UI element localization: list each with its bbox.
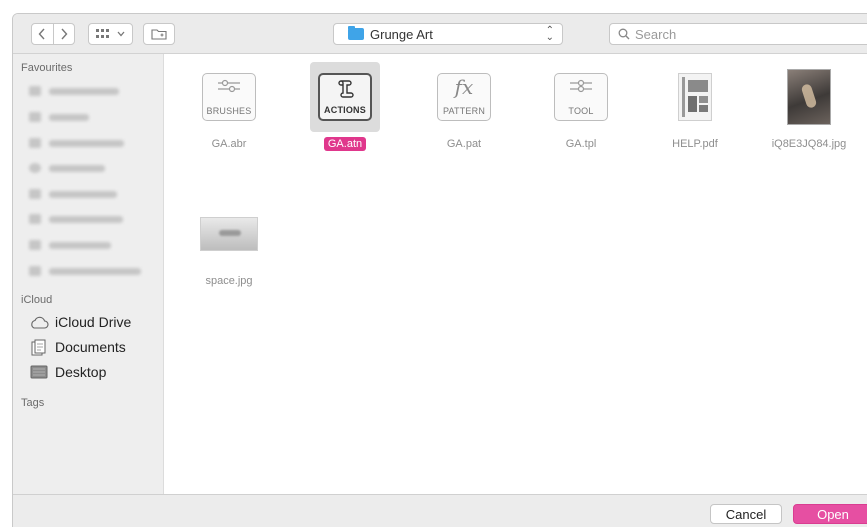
search-icon — [618, 28, 630, 40]
sidebar-item-label: iCloud Drive — [55, 314, 132, 330]
file-item-space-jpg[interactable]: space.jpg — [174, 199, 284, 288]
file-item-help-pdf[interactable]: HELP.pdf — [640, 62, 750, 151]
file-thumbnail: ACTIONS — [310, 62, 380, 132]
tags-header: Tags — [21, 397, 45, 409]
search-input[interactable] — [635, 26, 867, 42]
folder-icon — [348, 26, 364, 40]
sidebar-item-favourite[interactable] — [29, 83, 119, 99]
clock-icon — [29, 112, 41, 122]
tool-file-icon: TOOL — [554, 73, 608, 121]
file-thumbnail: BRUSHES — [194, 62, 264, 132]
actions-file-icon: ACTIONS — [318, 73, 372, 121]
sidebar-item-favourite[interactable] — [29, 160, 105, 176]
sidebar-item-icloud-drive[interactable]: iCloud Drive — [29, 312, 131, 332]
new-folder-icon — [151, 29, 167, 40]
file-name: GA.abr — [211, 138, 247, 150]
file-name: iQ8E3JQ84.jpg — [771, 138, 847, 150]
location-label: Grunge Art — [370, 26, 433, 42]
navigation-buttons — [31, 23, 75, 45]
dialog-footer: Cancel Open — [13, 494, 867, 527]
open-button[interactable]: Open — [793, 504, 867, 524]
sidebar-item-favourite[interactable] — [29, 237, 111, 253]
cancel-button[interactable]: Cancel — [710, 504, 782, 524]
open-file-dialog: Grunge Art ⌃⌄ Favourites iCloud iCloud D… — [12, 13, 867, 527]
sidebar-item-favourite[interactable] — [29, 186, 117, 202]
sidebar-item-favourite[interactable] — [29, 109, 89, 125]
file-thumbnail: TOOL — [546, 62, 616, 132]
search-field[interactable] — [609, 23, 867, 45]
file-item-iq8e3jq84-jpg[interactable]: iQ8E3JQ84.jpg — [754, 62, 864, 151]
forward-button[interactable] — [52, 24, 74, 44]
file-name: GA.tpl — [565, 138, 597, 150]
sidebar: Favourites iCloud iCloud Drive Documents — [13, 54, 164, 494]
new-folder-button[interactable] — [143, 23, 175, 45]
file-item-ga-pat[interactable]: fx PATTERN GA.pat — [409, 62, 519, 151]
folder-icon — [29, 86, 41, 96]
file-item-ga-tpl[interactable]: TOOL GA.tpl — [526, 62, 636, 151]
file-item-ga-atn[interactable]: ACTIONS GA.atn — [290, 62, 400, 151]
image-file-icon — [787, 69, 831, 125]
location-popup[interactable]: Grunge Art ⌃ ⌄ — [333, 23, 563, 45]
image-file-icon — [200, 217, 258, 251]
file-name: GA.atn — [323, 137, 367, 151]
grid-view-icon — [96, 29, 109, 38]
sidebar-item-favourite[interactable] — [29, 263, 141, 279]
view-options-button[interactable] — [88, 23, 133, 45]
folder-icon — [29, 189, 41, 199]
sidebar-item-desktop[interactable]: Desktop — [29, 362, 106, 382]
sidebar-item-favourite[interactable] — [29, 135, 124, 151]
folder-icon — [29, 266, 41, 276]
toolbar: Grunge Art ⌃ ⌄ — [13, 14, 867, 54]
folder-icon — [29, 240, 41, 250]
sidebar-item-documents[interactable]: Documents — [29, 337, 126, 357]
sidebar-item-label: Desktop — [55, 364, 107, 380]
favourites-header: Favourites — [21, 62, 73, 74]
file-name: GA.pat — [446, 138, 482, 150]
folder-icon — [29, 214, 41, 224]
file-thumbnail: fx PATTERN — [429, 62, 499, 132]
file-item-ga-abr[interactable]: BRUSHES GA.abr — [174, 62, 284, 151]
applications-icon — [29, 138, 41, 148]
documents-folder-icon — [29, 339, 49, 355]
file-name: space.jpg — [205, 275, 253, 287]
file-browser: BRUSHES GA.abr ACTIONS GA.atn fx PATTERN — [164, 54, 867, 494]
pattern-file-icon: fx PATTERN — [437, 73, 491, 121]
chevron-down-icon — [117, 31, 125, 37]
pdf-file-icon — [678, 73, 712, 121]
desktop-folder-icon — [29, 364, 49, 380]
cloud-icon — [29, 314, 49, 330]
back-button[interactable] — [32, 24, 53, 44]
sidebar-item-label: Documents — [55, 339, 126, 355]
download-icon — [29, 163, 41, 173]
file-thumbnail — [660, 62, 730, 132]
chevron-right-icon — [61, 28, 68, 40]
chevron-left-icon — [39, 28, 46, 40]
file-thumbnail — [774, 62, 844, 132]
brushes-file-icon: BRUSHES — [202, 73, 256, 121]
fx-glyph: fx — [454, 75, 474, 99]
sidebar-item-favourite[interactable] — [29, 211, 123, 227]
up-down-chevron-icon: ⌃ ⌄ — [545, 25, 554, 43]
file-name: HELP.pdf — [672, 138, 718, 150]
icloud-header: iCloud — [21, 294, 53, 306]
file-thumbnail — [194, 199, 264, 269]
